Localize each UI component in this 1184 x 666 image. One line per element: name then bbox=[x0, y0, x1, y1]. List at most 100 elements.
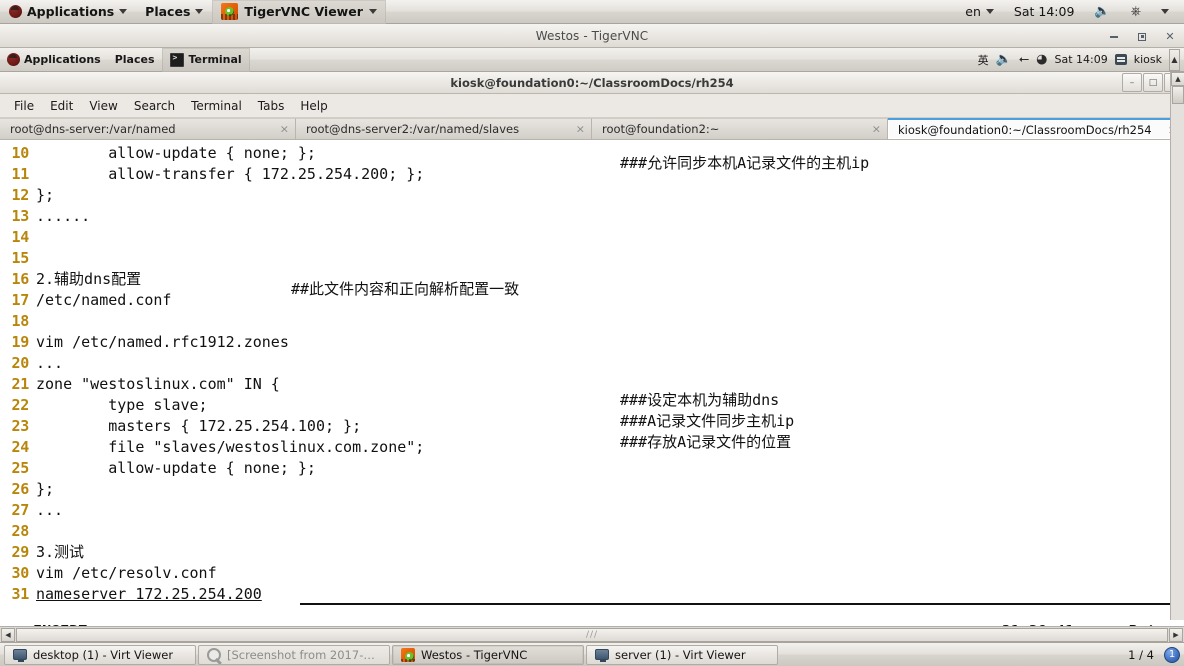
menu-terminal[interactable]: Terminal bbox=[183, 97, 250, 115]
guest-clock-label[interactable]: Sat 14:09 bbox=[1055, 53, 1108, 66]
line-number: 20 bbox=[11, 354, 30, 372]
line-number: 14 bbox=[11, 228, 30, 246]
keyboard-layout-indicator[interactable]: en bbox=[956, 0, 1003, 24]
screenshot-icon bbox=[207, 647, 221, 662]
volume-muted-icon[interactable]: 🔈 bbox=[1085, 0, 1119, 24]
close-icon[interactable]: × bbox=[576, 124, 585, 135]
line-number: 19 bbox=[11, 333, 30, 351]
vnc-maximize-button[interactable] bbox=[1136, 31, 1148, 42]
editor-line: 17/etc/named.conf bbox=[0, 290, 1184, 311]
line-text: ...... bbox=[36, 207, 91, 225]
system-menu-caret[interactable] bbox=[1152, 0, 1178, 24]
close-icon[interactable]: × bbox=[872, 124, 881, 135]
vnc-titlebar[interactable]: Westos - TigerVNC ✕ bbox=[0, 24, 1184, 48]
line-text: file "slaves/westoslinux.com.zone"; bbox=[36, 438, 425, 456]
editor-line: 27... bbox=[0, 500, 1184, 521]
editor-line: 18 bbox=[0, 311, 1184, 332]
places-menu-label: Places bbox=[145, 4, 191, 19]
panel-overflow-arrow-icon[interactable]: ▲ bbox=[1169, 48, 1180, 71]
vnc-vertical-scrollbar[interactable]: ▲ bbox=[1170, 72, 1184, 620]
editor-line: 16 2.辅助dns配置 bbox=[0, 269, 1184, 290]
terminal-tab-2[interactable]: root@dns-server2:/var/named/slaves × bbox=[296, 118, 592, 139]
editor-line: 21 zone "westoslinux.com" IN { bbox=[0, 374, 1184, 395]
clock[interactable]: Sat 14:09 bbox=[1005, 0, 1084, 24]
clock-label: Sat 14:09 bbox=[1013, 4, 1075, 19]
line-text: masters { 172.25.254.100; }; bbox=[36, 417, 362, 435]
line-text: allow-transfer { 172.25.254.200; }; bbox=[36, 165, 425, 183]
volume-muted-icon[interactable]: 🔈 bbox=[996, 53, 1012, 66]
workspace-pager[interactable]: 1 / 4 bbox=[1120, 648, 1162, 662]
line-number: 28 bbox=[11, 522, 30, 540]
menu-search[interactable]: Search bbox=[126, 97, 183, 115]
menu-edit[interactable]: Edit bbox=[42, 97, 81, 115]
guest-applications-menu[interactable]: Applications bbox=[0, 48, 108, 72]
tigervnc-viewer-window: Westos - TigerVNC ✕ Applications Places … bbox=[0, 24, 1184, 642]
taskbar-item-label: server (1) - Virt Viewer bbox=[615, 647, 746, 662]
line-text: vim /etc/resolv.conf bbox=[36, 564, 217, 582]
tigervnc-icon bbox=[221, 3, 239, 20]
applications-menu-label: Applications bbox=[27, 4, 115, 19]
guest-places-menu[interactable]: Places bbox=[108, 48, 162, 72]
vim-editor-buffer[interactable]: 10 allow-update { none; }; 11 allow-tran… bbox=[0, 140, 1184, 620]
terminal-titlebar[interactable]: kiosk@foundation0:~/ClassroomDocs/rh254 … bbox=[0, 72, 1184, 94]
line-number: 25 bbox=[11, 459, 30, 477]
scroll-left-arrow-icon[interactable]: ◀ bbox=[1, 627, 15, 642]
line-text: ... bbox=[36, 501, 64, 519]
editor-line-cursor: 31 nameserver 172.25.254.200 bbox=[0, 584, 1184, 605]
line-text: ... bbox=[36, 354, 64, 372]
editor-line: 10 allow-update { none; }; bbox=[0, 143, 1184, 164]
line-number: 12 bbox=[11, 186, 30, 204]
menu-tabs[interactable]: Tabs bbox=[250, 97, 293, 115]
line-number: 26 bbox=[11, 480, 30, 498]
vnc-horizontal-scrollbar[interactable]: ◀ /// ▶ bbox=[0, 626, 1184, 642]
line-number: 13 bbox=[11, 207, 30, 225]
inline-comment-4: ###A记录文件同步主机ip bbox=[620, 412, 795, 430]
close-icon[interactable]: × bbox=[280, 124, 289, 135]
vnc-minimize-button[interactable] bbox=[1108, 31, 1120, 42]
taskbar-item-desktop-virt-viewer[interactable]: desktop (1) - Virt Viewer bbox=[4, 644, 196, 665]
fedora-logo-icon bbox=[9, 5, 22, 18]
cursor-line-underline bbox=[300, 603, 1180, 605]
horizontal-scroll-thumb[interactable]: /// bbox=[16, 627, 1168, 642]
taskbar-item-label: desktop (1) - Virt Viewer bbox=[33, 647, 174, 662]
menu-help[interactable]: Help bbox=[292, 97, 335, 115]
terminal-tab-4[interactable]: kiosk@foundation0:~/ClassroomDocs/rh254 … bbox=[888, 118, 1184, 139]
editor-line: 15 bbox=[0, 248, 1184, 269]
chevron-down-icon bbox=[985, 9, 994, 14]
window-button-tigervnc-viewer[interactable]: TigerVNC Viewer bbox=[212, 0, 386, 24]
places-menu[interactable]: Places bbox=[136, 0, 212, 24]
scroll-up-arrow-icon[interactable]: ▲ bbox=[1171, 72, 1184, 86]
vertical-scroll-thumb[interactable] bbox=[1172, 86, 1184, 104]
gnome-terminal-window: kiosk@foundation0:~/ClassroomDocs/rh254 … bbox=[0, 72, 1184, 642]
power-icon[interactable]: ⎈ bbox=[1122, 0, 1150, 24]
vnc-window-controls: ✕ bbox=[1108, 24, 1176, 48]
wifi-icon[interactable]: ◕ bbox=[1036, 53, 1047, 66]
window-button-terminal[interactable]: Terminal bbox=[161, 47, 250, 72]
input-method-indicator[interactable]: 英 bbox=[978, 52, 989, 68]
scroll-right-arrow-icon[interactable]: ▶ bbox=[1169, 627, 1183, 642]
menu-file[interactable]: File bbox=[6, 97, 42, 115]
terminal-tab-3[interactable]: root@foundation2:~ × bbox=[592, 118, 888, 139]
editor-line: 12}; bbox=[0, 185, 1184, 206]
terminal-tab-1[interactable]: root@dns-server:/var/named × bbox=[0, 118, 296, 139]
taskbar-item-screenshot[interactable]: [Screenshot from 2017-02-25 1... bbox=[198, 644, 390, 665]
editor-line: 22 type slave; bbox=[0, 395, 1184, 416]
vnc-close-button[interactable]: ✕ bbox=[1164, 31, 1176, 42]
bluetooth-icon[interactable]: ⭠ bbox=[1019, 53, 1029, 66]
taskbar-item-westos-tigervnc[interactable]: Westos - TigerVNC bbox=[392, 644, 584, 665]
chevron-down-icon bbox=[195, 9, 204, 14]
notification-badge[interactable]: 1 bbox=[1164, 646, 1180, 663]
applications-menu[interactable]: Applications bbox=[0, 0, 136, 24]
guest-user-label[interactable]: kiosk bbox=[1134, 53, 1162, 66]
terminal-minimize-button[interactable]: – bbox=[1122, 73, 1142, 92]
guest-gnome-panel: Applications Places Terminal 英 🔈 ⭠ ◕ Sat… bbox=[0, 47, 1184, 72]
horizontal-scroll-track[interactable]: /// bbox=[16, 627, 1168, 642]
terminal-maximize-button[interactable]: □ bbox=[1143, 73, 1163, 92]
menu-view[interactable]: View bbox=[81, 97, 125, 115]
line-text: 3.测试 bbox=[36, 543, 85, 561]
line-text: nameserver 172.25.254.200 bbox=[36, 585, 262, 603]
terminal-window-title: kiosk@foundation0:~/ClassroomDocs/rh254 bbox=[450, 75, 734, 90]
editor-line: 13...... bbox=[0, 206, 1184, 227]
line-number: 17 bbox=[11, 291, 30, 309]
taskbar-item-server-virt-viewer[interactable]: server (1) - Virt Viewer bbox=[586, 644, 778, 665]
